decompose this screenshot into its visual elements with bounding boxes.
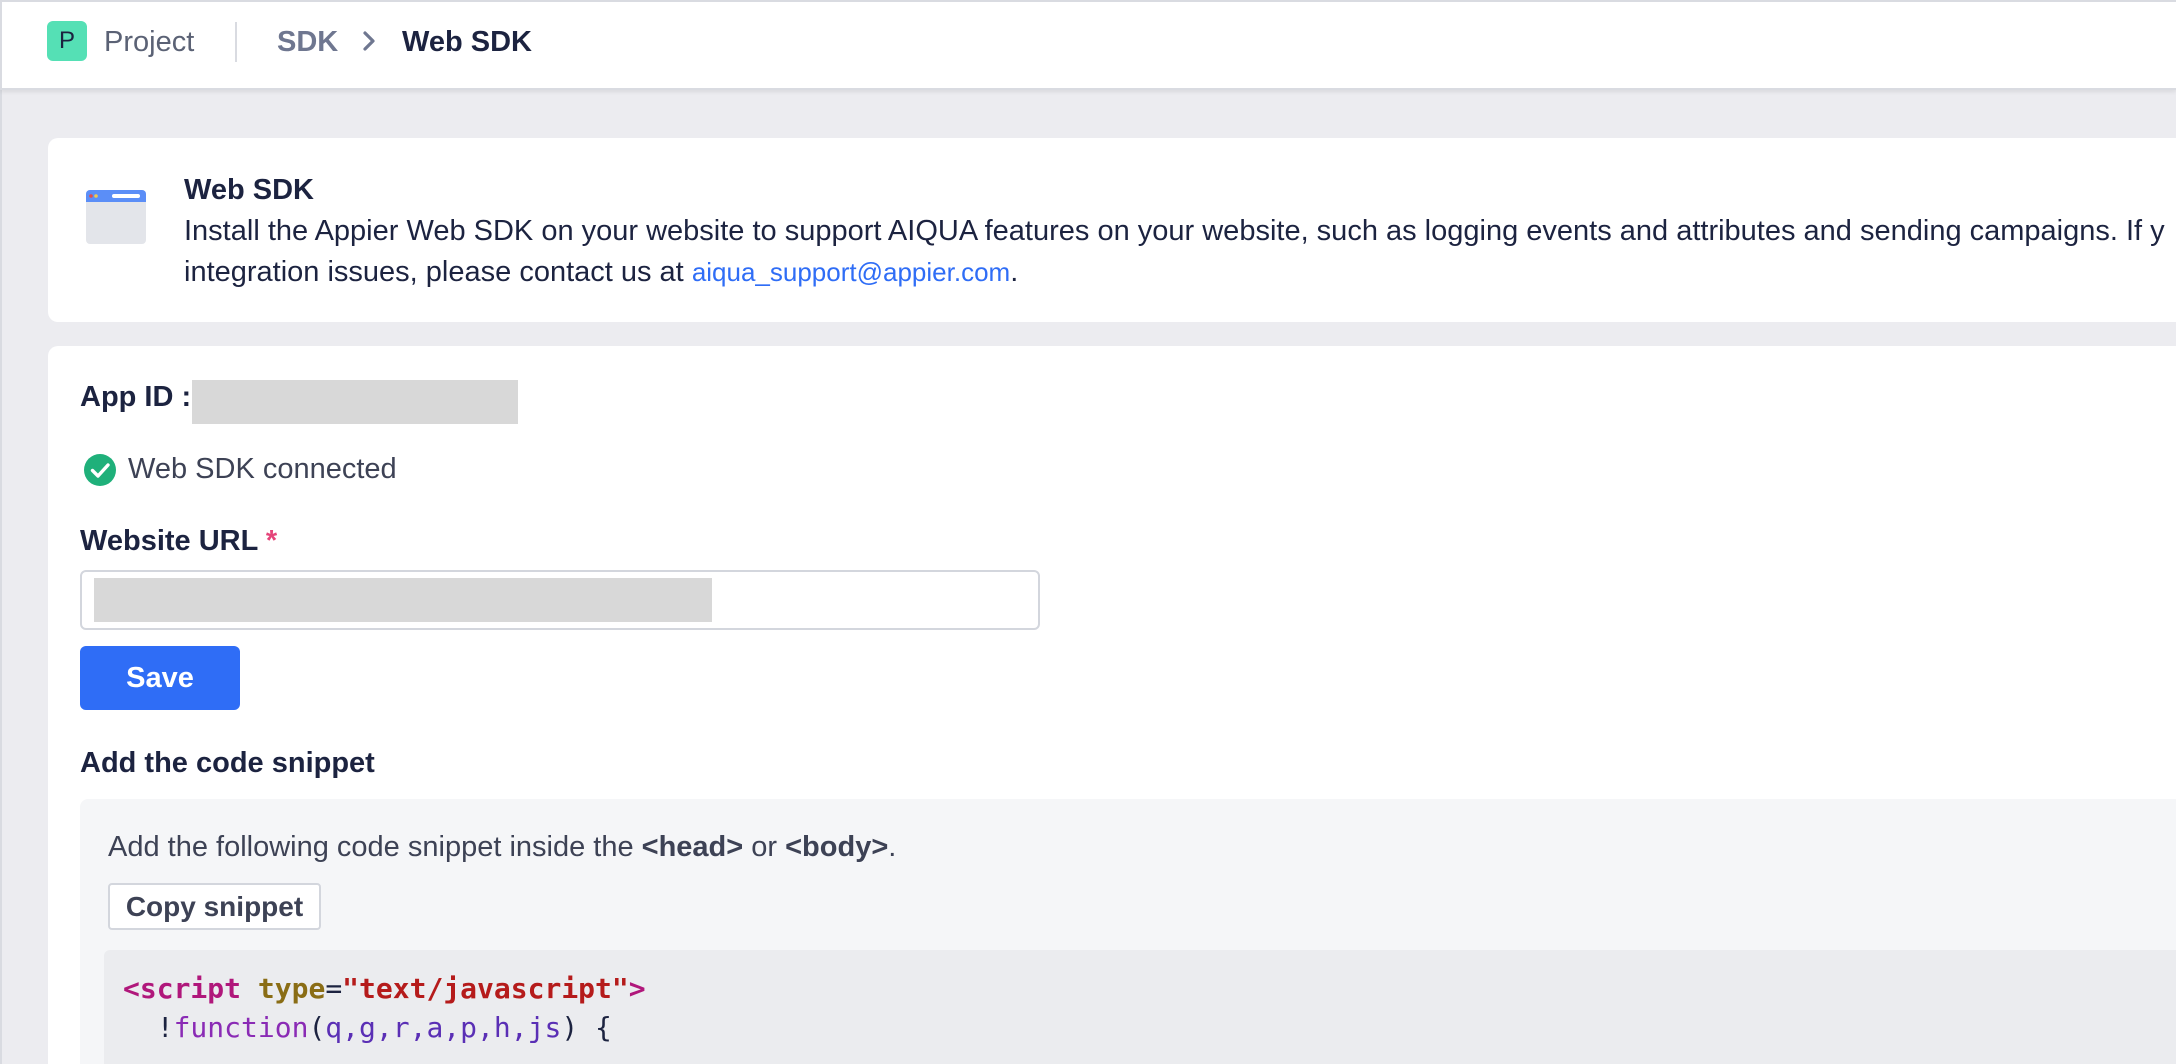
code-indent: ! <box>123 1011 174 1044</box>
snippet-desc-head: <head> <box>641 831 744 863</box>
chevron-right-icon <box>363 31 375 51</box>
check-circle-icon <box>84 454 116 486</box>
website-url-value-redacted <box>94 578 712 622</box>
code-eq: = <box>325 972 343 1005</box>
code-paren-close: ) { <box>561 1011 612 1044</box>
support-email-link[interactable]: aiqua_support@appier.com <box>692 257 1010 287</box>
info-text-line1: Install the Appier Web SDK on your websi… <box>184 215 2165 247</box>
info-description: Install the Appier Web SDK on your websi… <box>184 211 2176 293</box>
app-id-label: App ID : <box>80 381 192 413</box>
topbar-divider <box>235 22 237 62</box>
breadcrumb-current: Web SDK <box>402 26 532 58</box>
code-paren-open: ( <box>308 1011 326 1044</box>
sdk-status-text: Web SDK connected <box>128 453 397 485</box>
code-tag-close: > <box>628 972 646 1005</box>
project-avatar[interactable]: P <box>47 21 87 61</box>
copy-snippet-button[interactable]: Copy snippet <box>108 883 321 930</box>
snippet-instructions: Add the following code snippet inside th… <box>108 831 896 864</box>
snippet-desc-body: <body> <box>785 831 889 863</box>
code-line: <script type="text/javascript"> <box>123 972 646 1005</box>
snippet-desc-suffix: . <box>888 831 897 863</box>
code-string: "text/javascript" <box>342 972 629 1005</box>
save-button[interactable]: Save <box>80 646 240 710</box>
snippet-section-title: Add the code snippet <box>80 747 375 779</box>
project-name[interactable]: Project <box>104 26 194 59</box>
info-title: Web SDK <box>184 174 314 206</box>
code-tag-open: <script <box>123 972 242 1005</box>
required-mark: * <box>265 525 278 557</box>
code-line: !function(q,g,r,a,p,h,js) { <box>123 1011 612 1044</box>
browser-window-icon <box>86 190 146 244</box>
code-keyword: function <box>173 1011 309 1044</box>
breadcrumb-sdk-link[interactable]: SDK <box>277 26 338 59</box>
window-edge <box>0 0 2 1064</box>
app-id-value-redacted <box>192 380 518 424</box>
code-attr: type <box>257 972 326 1005</box>
snippet-desc-or: or <box>743 831 786 863</box>
code-params: q,g,r,a,p,h,js <box>325 1011 562 1044</box>
snippet-desc-prefix: Add the following code snippet inside th… <box>108 831 642 863</box>
info-text-line2: integration issues, please contact us at <box>184 256 692 288</box>
website-url-label: Website URL * <box>80 525 277 558</box>
code-block[interactable] <box>104 950 2176 1064</box>
info-text-period: . <box>1010 256 1019 288</box>
website-url-label-text: Website URL <box>80 525 258 557</box>
